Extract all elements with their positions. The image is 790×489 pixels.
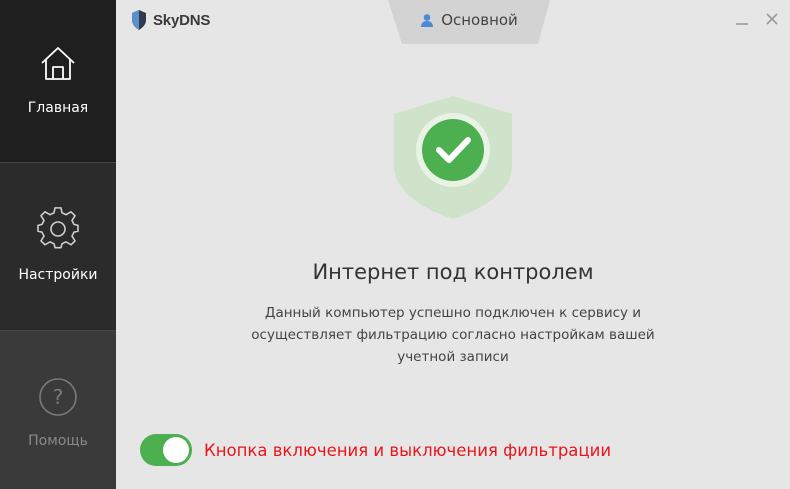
help-icon: ?	[39, 378, 77, 416]
sidebar: Главная Настройки ? Помощь	[0, 0, 116, 489]
app-title: SkyDNS	[153, 11, 211, 29]
shield-logo-icon	[132, 10, 146, 30]
status-description: Данный компьютер успешно подключен к сер…	[240, 302, 666, 368]
sidebar-item-label: Настройки	[18, 267, 98, 283]
toggle-knob	[163, 437, 189, 463]
close-button[interactable]	[764, 10, 780, 28]
minimize-button[interactable]	[734, 10, 750, 28]
sidebar-item-label: Помощь	[28, 433, 88, 449]
status-desc-line: учетной записи	[397, 349, 509, 365]
sidebar-item-home[interactable]: Главная	[0, 0, 116, 162]
status-title: Интернет под контролем	[312, 260, 594, 284]
minimize-icon	[736, 23, 748, 25]
status-desc-line: осуществляет фильтрацию согласно настрой…	[251, 327, 655, 343]
user-icon	[421, 14, 434, 27]
shield-check-icon	[394, 96, 512, 219]
window-controls	[734, 10, 780, 28]
app-window: Главная Настройки ? Помощь SkyDNS Основн…	[0, 0, 790, 489]
svg-text:?: ?	[53, 385, 64, 409]
sidebar-item-help[interactable]: ? Помощь	[0, 331, 116, 489]
home-icon	[41, 47, 75, 80]
status-desc-line: Данный компьютер успешно подключен к сер…	[264, 305, 642, 321]
gear-icon	[37, 207, 79, 249]
filter-toggle-label: Кнопка включения и выключения фильтрации	[204, 440, 612, 460]
sidebar-item-settings[interactable]: Настройки	[0, 163, 116, 330]
profile-tab-label: Основной	[441, 11, 518, 29]
close-icon	[766, 13, 778, 25]
app-logo: SkyDNS	[131, 8, 210, 32]
filter-toggle[interactable]	[140, 434, 192, 466]
profile-tab[interactable]: Основной	[388, 0, 550, 44]
filter-toggle-row: Кнопка включения и выключения фильтрации	[140, 434, 611, 466]
sidebar-item-label: Главная	[27, 100, 89, 116]
